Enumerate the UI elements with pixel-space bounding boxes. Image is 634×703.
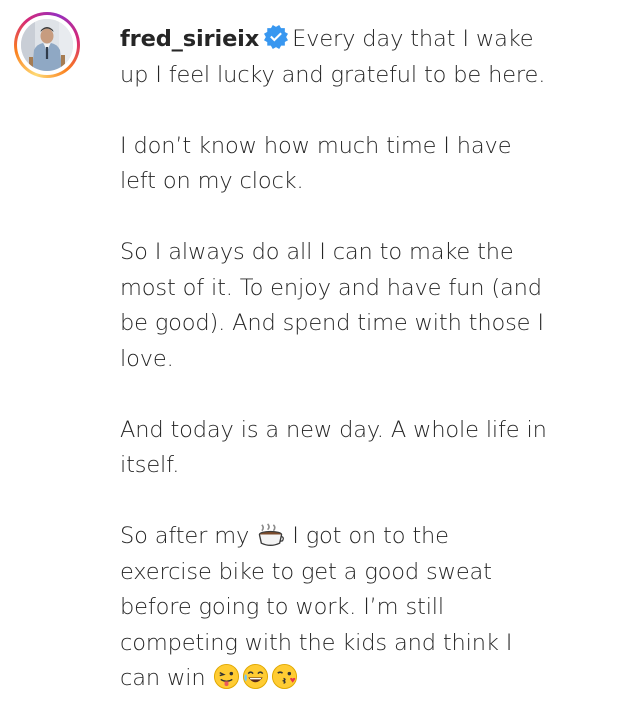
caption-line: So I always do all I can to make the: [120, 239, 514, 265]
caption-line: I don’t know how much time I have: [120, 132, 512, 159]
caption-paragraph-2: I don’t know how much time I have left o…: [120, 129, 610, 200]
story-ring[interactable]: [14, 12, 80, 78]
caption-line: So after my I got on to the: [120, 519, 610, 555]
caption-text: So after my: [120, 523, 250, 549]
caption-line: competing with the kids and think I: [120, 629, 513, 656]
kissing-face-icon: [272, 663, 298, 690]
caption-line: left on my clock.: [120, 168, 304, 194]
caption-paragraph-1: fred_sirieix Every day that I wake up I f…: [120, 22, 610, 93]
caption-line: itself.: [120, 452, 180, 478]
username-link[interactable]: fred_sirieix: [120, 26, 259, 52]
avatar[interactable]: [21, 19, 73, 71]
caption-text: can win: [120, 665, 206, 691]
caption-line: exercise bike to get a good sweat: [120, 558, 492, 585]
caption-line: And today is a new day. A whole life in: [120, 416, 547, 443]
caption-text: Every day that I wake: [292, 26, 534, 52]
verified-badge-icon: [264, 25, 289, 49]
instagram-post-caption: fred_sirieix Every day that I wake up I f…: [0, 0, 634, 703]
coffee-icon: [258, 523, 285, 547]
avatar-gap: [17, 15, 77, 75]
caption-line: can win: [120, 661, 610, 697]
post-caption: fred_sirieix Every day that I wake up I f…: [120, 22, 610, 697]
laughing-face-icon: [243, 663, 269, 690]
caption-line: fred_sirieix Every day that I wake: [120, 22, 610, 58]
caption-paragraph-4: And today is a new day. A whole life in …: [120, 413, 610, 484]
tongue-out-face-icon: [214, 663, 240, 690]
caption-paragraph-3: So I always do all I can to make the mos…: [120, 235, 610, 377]
caption-line: up I feel lucky and grateful to be here.: [120, 61, 546, 88]
caption-line: love.: [120, 345, 174, 372]
caption-paragraph-5: So after my I got on to the exercise bik…: [120, 519, 610, 697]
caption-line: most of it. To enjoy and have fun (and: [120, 274, 542, 301]
caption-line: be good). And spend time with those I: [120, 310, 544, 336]
avatar-photo: [21, 19, 73, 71]
caption-line: before going to work. I’m still: [120, 594, 444, 620]
caption-text: I got on to the: [292, 523, 449, 549]
